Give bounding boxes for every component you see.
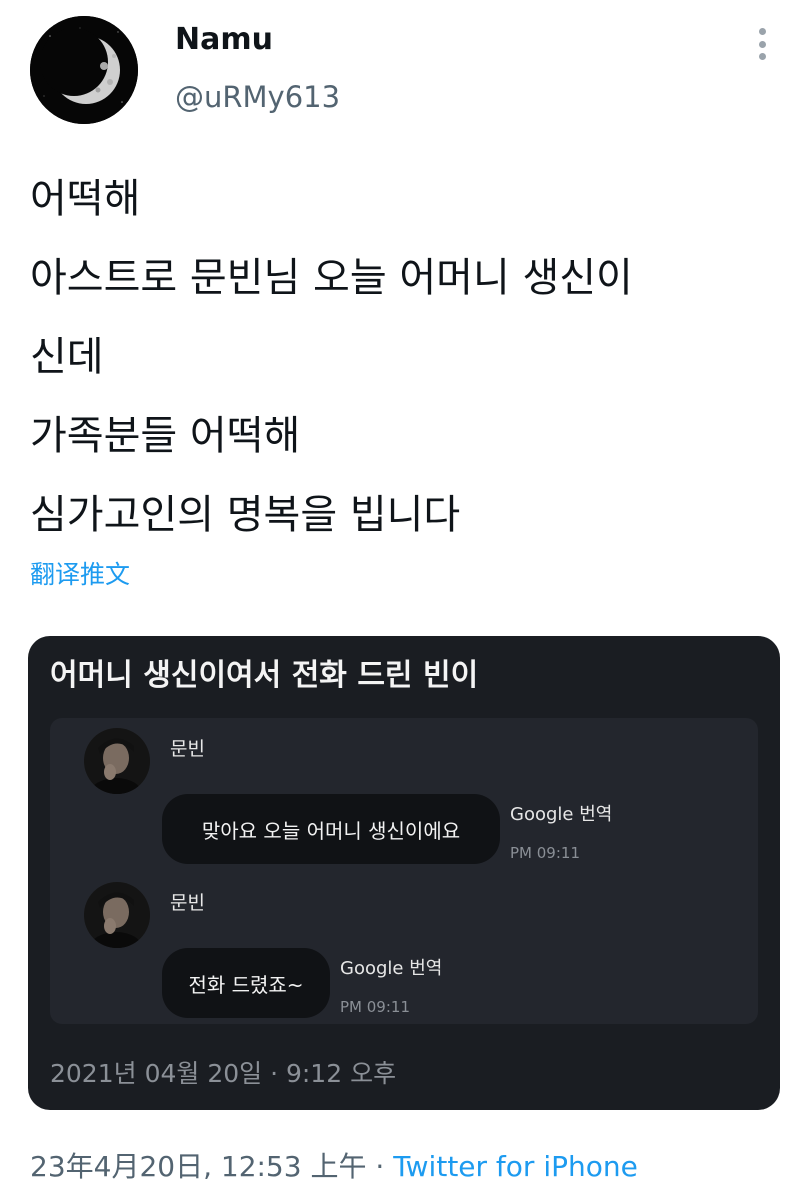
more-dot <box>758 53 766 60</box>
tweet-text-line: 가족분들 어떡해 <box>30 413 301 459</box>
author-display-name[interactable]: Namu <box>175 22 273 57</box>
tweet-meta: 23年4月20日, 12:53 上午 · Twitter for iPhone <box>30 1145 638 1185</box>
chat-sender-name: 문빈 <box>170 738 205 760</box>
person-avatar-icon <box>84 728 150 794</box>
chat-avatar <box>84 882 150 948</box>
translate-tweet-link[interactable]: 翻译推文 <box>30 555 130 591</box>
tweet-text-line: 아스트로 문빈님 오늘 어머니 생신이 <box>30 255 633 301</box>
more-dot <box>758 40 766 48</box>
more-vertical-icon[interactable] <box>748 26 776 62</box>
author-handle[interactable]: @uRMy613 <box>175 80 340 114</box>
tweet-media-image[interactable]: 어머니 생신이여서 전화 드린 빈이 문빈 맞아요 오늘 어머니 생신이에요 G… <box>28 636 780 1110</box>
tweet-source-link[interactable]: Twitter for iPhone <box>393 1150 638 1183</box>
author-avatar[interactable] <box>30 16 138 124</box>
tweet-text-line: 신데 <box>30 334 104 380</box>
tweet-timestamp[interactable]: 23年4月20日, 12:53 上午 <box>30 1150 366 1183</box>
meta-separator: · <box>375 1150 385 1183</box>
chat-message-time: PM 09:11 <box>510 844 580 862</box>
chat-message-bubble: 맞아요 오늘 어머니 생신이에요 <box>162 794 500 864</box>
person-avatar-icon <box>84 882 150 948</box>
tweet-text: 어떡해 아스트로 문빈님 오늘 어머니 생신이 신데 가족분들 어떡해 심가고인… <box>30 160 770 555</box>
tweet-text-line: 심가고인의 명복을 빕니다 <box>30 492 461 538</box>
moon-avatar-icon <box>30 16 138 124</box>
chat-message-bubble: 전화 드렸죠~ <box>162 948 330 1018</box>
media-date-footer: 2021년 04월 20일 · 9:12 오후 <box>50 1059 397 1088</box>
tweet-text-line: 어떡해 <box>30 176 141 222</box>
chat-sender-name: 문빈 <box>170 892 205 914</box>
media-title: 어머니 생신이여서 전화 드린 빈이 <box>50 658 479 693</box>
more-dot <box>758 28 766 35</box>
chat-message-time: PM 09:11 <box>340 998 410 1016</box>
google-translate-label: Google 번역 <box>510 804 613 825</box>
chat-avatar <box>84 728 150 794</box>
chat-panel: 문빈 맞아요 오늘 어머니 생신이에요 Google 번역 PM 09:11 문… <box>50 718 758 1024</box>
google-translate-label: Google 번역 <box>340 958 443 979</box>
